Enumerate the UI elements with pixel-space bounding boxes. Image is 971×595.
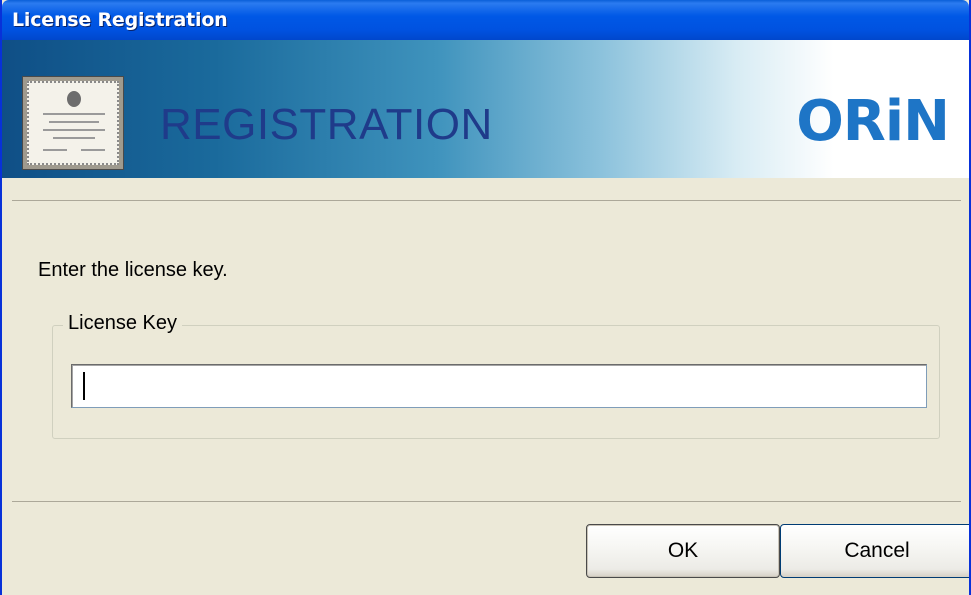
dialog-content: Enter the license key. License Key	[12, 200, 961, 502]
title-bar[interactable]: License Registration	[2, 0, 969, 40]
instruction-text: Enter the license key.	[38, 259, 228, 281]
license-key-input[interactable]	[71, 364, 927, 408]
license-registration-dialog: License Registration REGISTRATION ORiN E…	[0, 0, 971, 595]
text-caret	[83, 372, 85, 400]
orin-logo: ORiN	[796, 89, 950, 154]
registration-banner: REGISTRATION ORiN	[2, 40, 969, 178]
license-key-group: License Key	[52, 312, 940, 439]
certificate-icon	[22, 76, 124, 170]
cancel-button[interactable]: Cancel	[780, 524, 969, 578]
banner-heading: REGISTRATION	[160, 100, 493, 149]
ok-button[interactable]: OK	[586, 524, 780, 578]
window-title: License Registration	[12, 9, 228, 31]
license-key-label: License Key	[63, 312, 182, 335]
